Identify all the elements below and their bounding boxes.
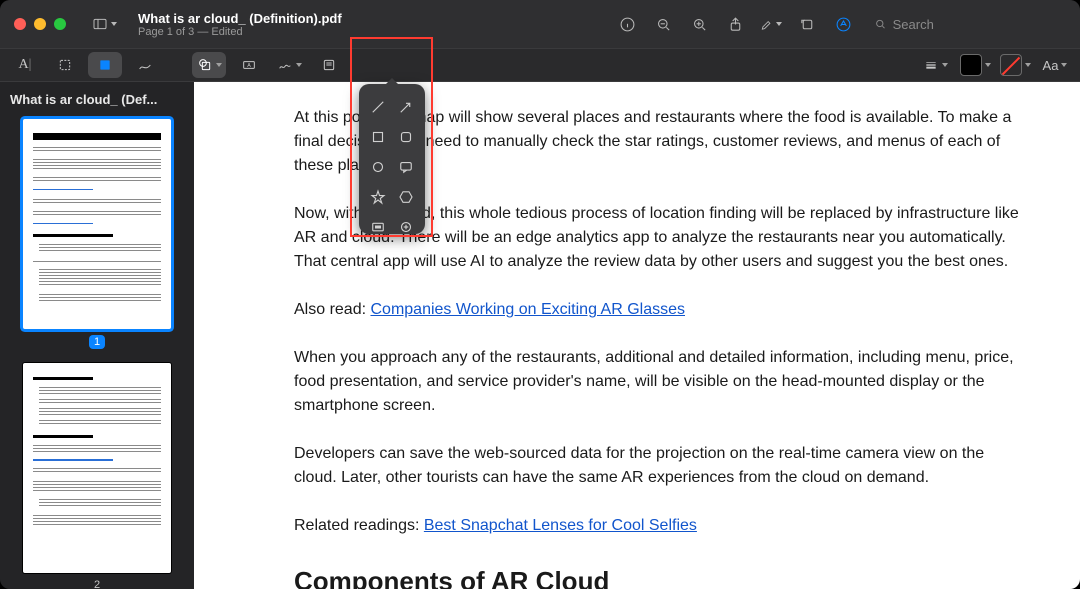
text-run: Also read: [294,301,370,318]
app-window: What is ar cloud_ (Definition).pdf Page … [0,0,1080,589]
paragraph: Related readings: Best Snapchat Lenses f… [294,514,1020,538]
link-ar-glasses[interactable]: Companies Working on Exciting AR Glasses [370,301,685,318]
document-subtitle: Page 1 of 3 — Edited [138,26,342,38]
shape-speech-bubble-button[interactable] [395,154,417,180]
document-viewport[interactable]: At this point, the map will show several… [194,82,1080,589]
heading-components: Components of AR Cloud [294,562,1020,589]
note-tool-button[interactable] [312,52,346,78]
shape-loupe-button[interactable] [395,214,417,240]
fill-color-button[interactable] [998,52,1032,78]
page-number-label-2: 2 [94,579,100,589]
selection-tool-button[interactable] [48,52,82,78]
sketch-tool-button[interactable] [128,52,162,78]
titlebar: What is ar cloud_ (Definition).pdf Page … [0,0,1080,48]
textbox-tool-button[interactable]: A [232,52,266,78]
search-icon [874,17,887,31]
zoom-in-button[interactable] [688,13,710,35]
minimize-window-button[interactable] [34,18,46,30]
close-window-button[interactable] [14,18,26,30]
highlight-button[interactable] [760,13,782,35]
zoom-window-button[interactable] [54,18,66,30]
shapes-popover [359,84,425,234]
border-color-button[interactable] [958,52,992,78]
border-swatch [960,54,982,76]
sidebar-title: What is ar cloud_ (Def... [0,82,194,115]
share-button[interactable] [724,13,746,35]
search-field[interactable] [868,14,1068,35]
document-title: What is ar cloud_ (Definition).pdf [138,11,342,26]
thumbnails-sidebar: What is ar cloud_ (Def... [0,82,194,589]
text-style-button[interactable]: A| [8,52,42,78]
paragraph: Also read: Companies Working on Exciting… [294,298,1020,322]
shape-square-button[interactable] [367,124,389,150]
page-number-badge-1: 1 [89,335,105,349]
zoom-out-button[interactable] [652,13,674,35]
window-controls [0,18,80,30]
paragraph: When you approach any of the restaurants… [294,346,1020,418]
fill-swatch [1000,54,1022,76]
document-title-block: What is ar cloud_ (Definition).pdf Page … [128,11,352,38]
shape-line-button[interactable] [367,94,389,120]
shapes-tool-button[interactable] [192,52,226,78]
shape-mask-button[interactable] [367,214,389,240]
paragraph: Developers can save the web-sourced data… [294,442,1020,490]
document-page: At this point, the map will show several… [194,82,1080,589]
text-run: Related readings: [294,517,424,534]
sign-tool-button[interactable] [272,52,306,78]
info-button[interactable] [616,13,638,35]
shape-hexagon-button[interactable] [395,184,417,210]
shape-arrow-button[interactable] [395,94,417,120]
shape-rounded-square-button[interactable] [395,124,417,150]
page-thumbnail-1[interactable] [23,119,171,329]
font-menu-button[interactable]: Aa [1038,52,1072,78]
page-thumbnail-2[interactable] [23,363,171,573]
line-weight-button[interactable] [918,52,952,78]
redact-tool-button[interactable] [88,52,122,78]
search-input[interactable] [893,17,1062,32]
svg-text:A: A [247,63,251,69]
rotate-button[interactable] [796,13,818,35]
markup-toolbar: A| A Aa [0,48,1080,82]
sidebar-toggle-button[interactable] [90,10,118,38]
shape-star-button[interactable] [367,184,389,210]
markup-toggle-button[interactable] [832,13,854,35]
shape-circle-button[interactable] [367,154,389,180]
link-snapchat-lenses[interactable]: Best Snapchat Lenses for Cool Selfies [424,517,697,534]
